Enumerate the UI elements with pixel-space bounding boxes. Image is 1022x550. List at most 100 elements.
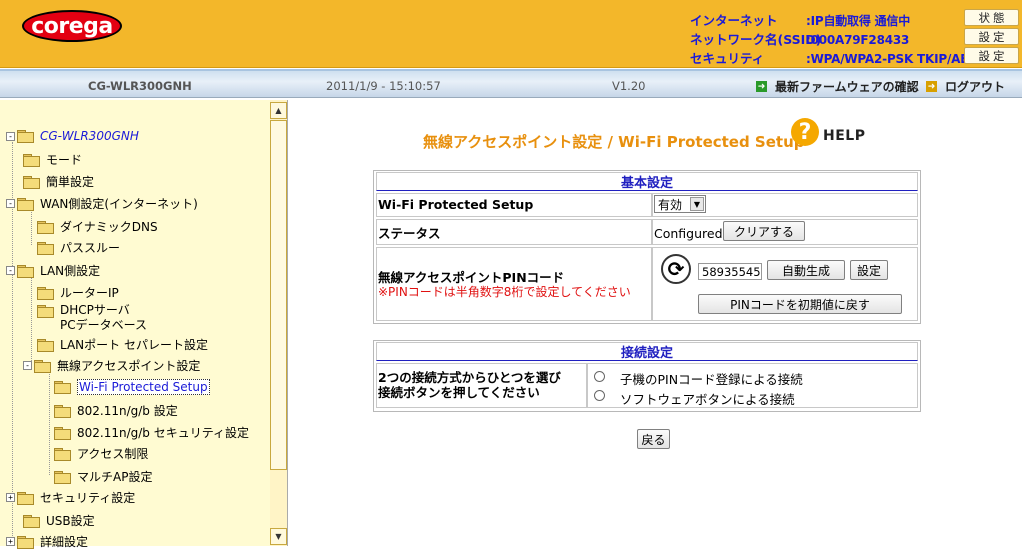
logout-link[interactable]: ➜ ログアウト [926, 78, 1005, 95]
security-settings-button[interactable]: 設定 [964, 47, 1019, 64]
clear-button[interactable]: クリアする [723, 221, 805, 241]
sidebar-item-mode[interactable]: モード [23, 151, 82, 168]
chevron-down-icon: ▼ [690, 197, 704, 211]
pin-set-button[interactable]: 設定 [850, 260, 888, 280]
sidebar-item-ddns[interactable]: ダイナミックDNS [37, 218, 158, 235]
help-question-icon[interactable]: ? [791, 118, 819, 146]
page-title: 無線アクセスポイント設定 / Wi-Fi Protected Setup [423, 133, 805, 151]
firmware-version: V1.20 [612, 79, 646, 93]
sidebar-item-wireless-ap[interactable]: - 無線アクセスポイント設定 [23, 357, 200, 374]
sidebar-item-dhcp[interactable]: DHCPサーバ PCデータベース [37, 303, 147, 333]
model-name: CG-WLR300GNH [88, 79, 192, 93]
expand-icon[interactable]: + [6, 537, 15, 546]
folder-icon [17, 130, 34, 143]
sidebar-item-label: 簡単設定 [46, 175, 95, 189]
sidebar-item-access-restriction[interactable]: アクセス制限 [54, 445, 148, 462]
sidebar-item-label: モード [46, 153, 83, 167]
collapse-icon[interactable]: - [6, 199, 15, 208]
status-button[interactable]: 状態 [964, 9, 1019, 26]
firmware-check-link[interactable]: ➜ 最新ファームウェアの確認 [756, 78, 919, 95]
pin-connect-radio[interactable] [594, 371, 605, 382]
logout-label: ログアウト [945, 80, 1006, 94]
tree-root[interactable]: - CG-WLR300GNH [6, 129, 139, 143]
wps-label: Wi-Fi Protected Setup [378, 197, 534, 212]
pin-connect-label: 子機のPINコード登録による接続 [620, 372, 803, 387]
sidebar-item-multi-ap[interactable]: マルチAP設定 [54, 468, 152, 485]
scroll-down-arrow-icon[interactable]: ▼ [270, 528, 287, 545]
sidebar-item-lan[interactable]: - LAN側設定 [6, 262, 100, 279]
sidebar-item-advanced[interactable]: + 詳細設定 [6, 533, 88, 550]
sidebar-item-passthrough[interactable]: パススルー [37, 239, 120, 256]
wps-enable-select[interactable]: 有効 ▼ [654, 195, 706, 213]
basic-settings-heading: 基本設定 [376, 172, 918, 191]
security-status: セキュリティ:WPA/WPA2-PSK TKIP/AES [690, 48, 977, 67]
sidebar-item-lan-port-separate[interactable]: LANポート セパレート設定 [37, 336, 208, 353]
sidebar-item-router-ip[interactable]: ルーターIP [37, 284, 119, 301]
help-link[interactable]: HELP [823, 128, 865, 144]
wps-select-value: 有効 [658, 197, 683, 212]
sidebar-item-80211-security[interactable]: 802.11n/g/b セキュリティ設定 [54, 424, 249, 441]
sidebar-item-label: 無線アクセスポイント設定 [57, 359, 201, 373]
sidebar-item-security[interactable]: + セキュリティ設定 [6, 489, 135, 506]
folder-icon [54, 404, 71, 418]
sidebar-item-wps[interactable]: Wi-Fi Protected Setup [54, 379, 210, 395]
logout-arrow-icon: ➜ [926, 81, 937, 92]
tree-root-label: CG-WLR300GNH [40, 129, 139, 143]
folder-icon [17, 264, 34, 278]
status-bar: CG-WLR300GNH 2011/1/9 - 15:10:57 V1.20 ➜… [0, 69, 1022, 98]
folder-icon [54, 470, 71, 484]
corega-logo: corega [22, 10, 122, 42]
collapse-icon[interactable]: - [6, 266, 15, 275]
sidebar-item-80211-settings[interactable]: 802.11n/g/b 設定 [54, 402, 178, 419]
collapse-icon[interactable]: - [23, 361, 32, 370]
status-value: Configured [654, 226, 723, 241]
expand-icon[interactable]: + [6, 493, 15, 502]
ssid-value: :000A79F28433 [806, 33, 910, 47]
tree-line [49, 372, 50, 475]
main-content: 無線アクセスポイント設定 / Wi-Fi Protected Setup ? H… [289, 100, 1022, 546]
datetime: 2011/1/9 - 15:10:57 [326, 79, 441, 93]
folder-icon [54, 447, 71, 461]
sidebar-item-label: セキュリティ設定 [40, 491, 136, 505]
sidebar-item-usb[interactable]: USB設定 [23, 512, 95, 529]
reset-pin-button[interactable]: PINコードを初期値に戻す [698, 294, 902, 314]
internet-settings-button[interactable]: 設定 [964, 28, 1019, 45]
sidebar-item-label: 802.11n/g/b セキュリティ設定 [77, 426, 250, 440]
pin-code-input[interactable]: 58935545 [698, 263, 762, 280]
folder-icon [37, 220, 54, 234]
auto-generate-button[interactable]: 自動生成 [767, 260, 845, 280]
collapse-icon[interactable]: - [6, 131, 15, 141]
back-button[interactable]: 戻る [637, 429, 670, 449]
internet-status: インターネット :IP自動取得 通信中 [690, 10, 910, 29]
internet-label: インターネット [690, 13, 778, 28]
sidebar-item-label: パススルー [60, 241, 121, 255]
folder-icon [34, 359, 51, 373]
connection-heading: 接続設定 [376, 342, 918, 361]
sidebar-item-label: USB設定 [46, 514, 95, 528]
folder-icon [23, 514, 40, 528]
firmware-check-label: 最新ファームウェアの確認 [775, 80, 919, 94]
scroll-up-arrow-icon[interactable]: ▲ [270, 102, 287, 119]
security-value: :WPA/WPA2-PSK TKIP/AES [806, 52, 977, 66]
sidebar-item-easy-setup[interactable]: 簡単設定 [23, 173, 94, 190]
ssid-label: ネットワーク名(SSID) [690, 32, 822, 47]
sidebar-scrollbar[interactable]: ▲ ▼ [270, 100, 287, 546]
software-button-radio[interactable] [594, 390, 605, 401]
sidebar: - CG-WLR300GNH モード 簡単設定 - WAN側設定(インターネット) … [0, 100, 288, 549]
sidebar-item-wan[interactable]: - WAN側設定(インターネット) [6, 195, 198, 212]
sidebar-item-label: ルーターIP [60, 286, 119, 300]
scroll-thumb[interactable] [270, 120, 287, 470]
folder-icon [23, 175, 40, 189]
tree-line [31, 210, 32, 245]
internet-value: :IP自動取得 通信中 [806, 14, 911, 28]
folder-icon [37, 338, 54, 352]
wps-sync-icon: ⟳ [661, 254, 691, 284]
folder-icon [17, 197, 34, 211]
sidebar-item-label: ダイナミックDNS [60, 220, 158, 234]
sidebar-item-label: 詳細設定 [40, 535, 89, 549]
sidebar-item-label: LANポート セパレート設定 [60, 338, 208, 352]
folder-icon [37, 305, 54, 318]
folder-icon [54, 426, 71, 440]
folder-open-icon [54, 381, 71, 394]
connection-label: 2つの接続方式からひとつを選び 接続ボタンを押してください [378, 370, 561, 400]
